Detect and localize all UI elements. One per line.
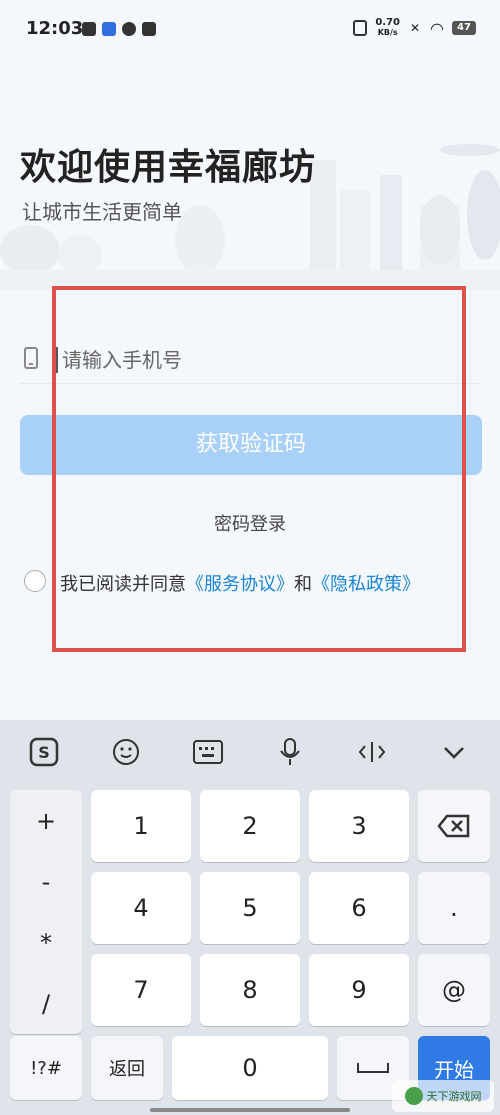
home-indicator	[150, 1108, 350, 1112]
emoji-icon[interactable]	[108, 734, 144, 770]
key-6[interactable]: 6	[309, 872, 409, 944]
sogou-logo-icon[interactable]: S	[26, 734, 62, 770]
watermark-logo: 天下游戏网	[392, 1080, 494, 1112]
divide-key[interactable]: /	[42, 990, 50, 1018]
speed-value: 0.70	[375, 17, 401, 28]
key-9[interactable]: 9	[309, 954, 409, 1026]
watermark-icon	[404, 1087, 423, 1105]
status-right: 0.70 KB/s ✕ ◠ 47	[353, 18, 476, 38]
dot-key[interactable]: .	[418, 872, 490, 944]
back-key[interactable]: 返回	[91, 1036, 163, 1100]
message-icon	[142, 22, 156, 36]
battery-icon: 47	[452, 21, 476, 35]
key-0[interactable]: 0	[172, 1036, 328, 1100]
key-7[interactable]: 7	[91, 954, 191, 1026]
keyboard-toolbar: S	[0, 720, 500, 784]
status-bar: 12:03 0.70 KB/s ✕ ◠ 47	[0, 0, 500, 60]
sync-icon	[122, 22, 136, 36]
wifi-icon: ◠	[430, 18, 444, 38]
minus-key[interactable]: -	[42, 868, 51, 896]
network-speed: 0.70 KB/s	[375, 18, 400, 38]
key-5[interactable]: 5	[200, 872, 300, 944]
backspace-icon	[437, 814, 470, 838]
multiply-key[interactable]: *	[40, 929, 52, 957]
page-title: 欢迎使用幸福廊坊	[20, 147, 317, 188]
key-3[interactable]: 3	[309, 790, 409, 862]
keyboard-switch-icon[interactable]	[190, 734, 226, 770]
page-subtitle: 让城市生活更简单	[22, 200, 182, 224]
numeric-keyboard: S + - * / 1 2 3 4 5 6 . 7 8 9 @ !?# 返回 0…	[0, 720, 500, 1115]
cursor-move-icon[interactable]	[354, 734, 390, 770]
watermark-text: 天下游戏网	[426, 1090, 482, 1103]
svg-text:S: S	[38, 743, 50, 762]
symbol-column: + - * /	[10, 790, 82, 1034]
microphone-icon[interactable]	[272, 734, 308, 770]
speed-unit: KB/s	[377, 28, 398, 37]
app-notification-icon	[102, 22, 116, 36]
no-sim-icon: ✕	[410, 21, 421, 35]
phone-icon	[24, 347, 38, 369]
highlight-box	[52, 286, 466, 652]
key-1[interactable]: 1	[91, 790, 191, 862]
agree-checkbox[interactable]	[24, 570, 46, 592]
key-2[interactable]: 2	[200, 790, 300, 862]
vibrate-icon	[353, 20, 368, 36]
symbols-key[interactable]: !?#	[10, 1036, 82, 1100]
chevron-down-icon[interactable]	[436, 734, 472, 770]
backspace-key[interactable]	[418, 790, 490, 862]
plus-key[interactable]: +	[36, 807, 56, 835]
at-key[interactable]: @	[418, 954, 490, 1026]
tiktok-icon	[82, 22, 96, 36]
status-time: 12:03	[26, 18, 84, 39]
key-4[interactable]: 4	[91, 872, 191, 944]
key-8[interactable]: 8	[200, 954, 300, 1026]
space-icon	[357, 1063, 389, 1073]
